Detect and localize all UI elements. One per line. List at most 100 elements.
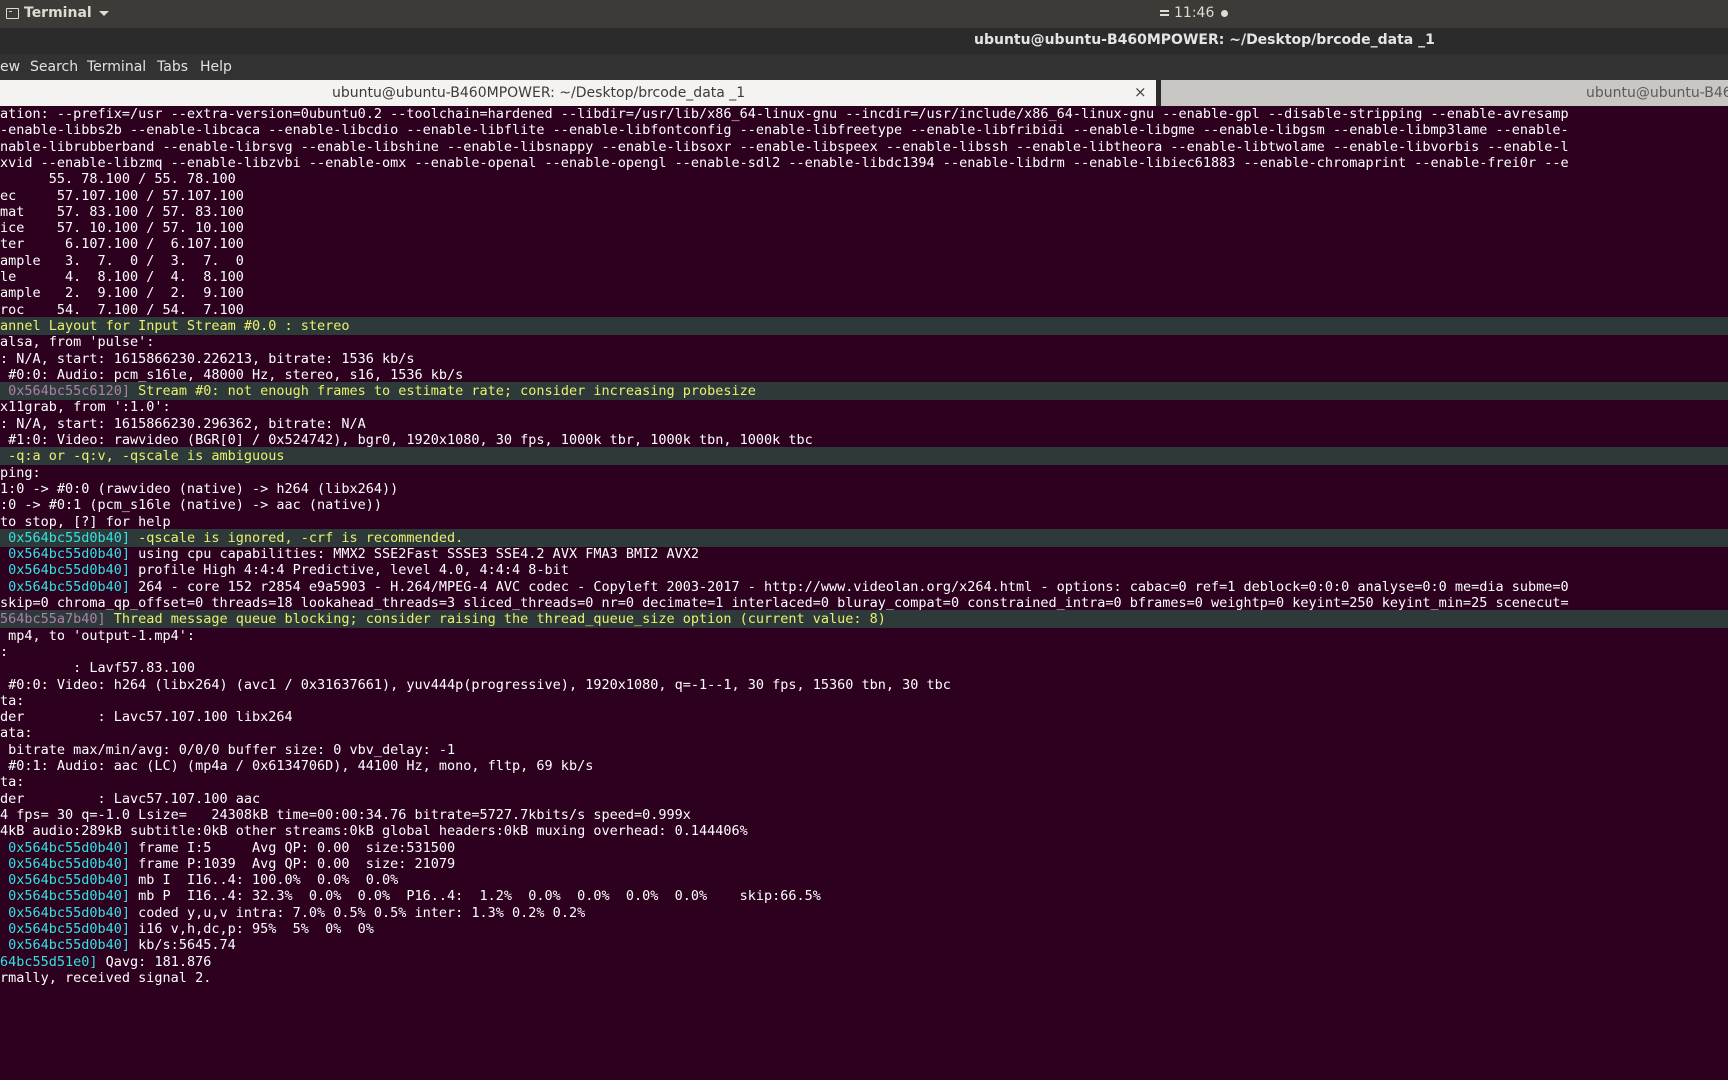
terminal-line: ample 2. 9.100 / 2. 9.100 xyxy=(0,284,1728,302)
terminal-line-text: xvid --enable-libzmq --enable-libzvbi --… xyxy=(0,154,1569,171)
log-context-tag: 0x564bc55d0b40] xyxy=(0,937,131,954)
top-panel: Terminal 11:46 xyxy=(0,0,1728,28)
terminal-line-text: le 4. 8.100 / 4. 8.100 xyxy=(0,269,244,285)
terminal-line-text: 1:0 -> #0:0 (rawvideo (native) -> h264 (… xyxy=(0,480,399,497)
terminal-line: 1:0 -> #0:0 (rawvideo (native) -> h264 (… xyxy=(0,480,1728,498)
log-context-tag: 0x564bc55c6120] xyxy=(0,383,131,400)
terminal-line-text: : Lavf57.83.100 xyxy=(0,660,196,677)
log-context-tag: 0x564bc55d0b40] xyxy=(0,888,131,905)
log-context-tag: 564bc55a7b40] xyxy=(0,611,106,628)
terminal-line-text: mp4, to 'output-1.mp4': xyxy=(0,627,196,644)
clock[interactable]: 11:46 xyxy=(1160,5,1229,21)
terminal-line: der : Lavc57.107.100 aac xyxy=(0,790,1728,808)
terminal-line: le 4. 8.100 / 4. 8.100 xyxy=(0,268,1728,286)
terminal-line-text: ec 57.107.100 / 57.107.100 xyxy=(0,187,244,204)
tab-label: ubuntu@ubuntu-B460 xyxy=(1586,85,1728,101)
terminal-line: 0x564bc55c6120] Stream #0: not enough fr… xyxy=(0,382,1728,401)
terminal-line: : N/A, start: 1615866230.296362, bitrate… xyxy=(0,415,1728,433)
terminal-line: : xyxy=(0,643,1728,661)
terminal-line: 0x564bc55d0b40] mb P I16..4: 32.3% 0.0% … xyxy=(0,887,1728,905)
terminal-line-text: ata: xyxy=(0,725,33,742)
terminal-line-text: ample 2. 9.100 / 2. 9.100 xyxy=(0,285,244,302)
terminal-line: mp4, to 'output-1.mp4': xyxy=(0,627,1728,645)
terminal-line-text: Stream #0: not enough frames to estimate… xyxy=(130,383,756,400)
terminal-line-text: #0:0: Audio: pcm_s16le, 48000 Hz, stereo… xyxy=(0,366,464,383)
terminal-line: 0x564bc55d0b40] coded y,u,v intra: 7.0% … xyxy=(0,904,1728,922)
menu-help[interactable]: Help xyxy=(200,59,232,75)
menu-search[interactable]: Search xyxy=(30,59,78,75)
terminal-line: 55. 78.100 / 55. 78.100 xyxy=(0,170,1728,188)
app-menu[interactable]: Terminal xyxy=(6,5,109,21)
terminal-line-text: nable-librubberband --enable-librsvg --e… xyxy=(0,138,1569,155)
log-context-tag: 0x564bc55d0b40] xyxy=(0,872,131,889)
terminal-line: 0x564bc55d0b40] mb I I16..4: 100.0% 0.0%… xyxy=(0,871,1728,889)
terminal-line: 564bc55a7b40] Thread message queue block… xyxy=(0,610,1728,629)
terminal-line: ample 3. 7. 0 / 3. 7. 0 xyxy=(0,252,1728,270)
log-context-tag: 64bc55d51e0] xyxy=(0,953,98,970)
terminal-line: 0x564bc55d0b40] frame I:5 Avg QP: 0.00 s… xyxy=(0,839,1728,857)
terminal-line-text: :0 -> #0:1 (pcm_s16le (native) -> aac (n… xyxy=(0,497,383,514)
terminal-line-text: #1:0: Video: rawvideo (BGR[0] / 0x524742… xyxy=(0,432,813,448)
chevron-down-icon xyxy=(98,10,109,16)
close-icon[interactable]: × xyxy=(1134,83,1147,101)
log-context-tag: 0x564bc55d0b40] xyxy=(0,839,131,856)
terminal-line: #0:0: Video: h264 (libx264) (avc1 / 0x31… xyxy=(0,676,1728,694)
terminal-line: ta: xyxy=(0,692,1728,710)
status-dot-icon xyxy=(1221,9,1229,17)
log-context-tag: 0x564bc55d0b40] xyxy=(0,562,131,579)
terminal-line-text: Qavg: 181.876 xyxy=(97,953,212,970)
terminal-line-text: alsa, from 'pulse': xyxy=(0,334,155,351)
terminal-line-text: ta: xyxy=(0,692,25,709)
terminal-line: ta: xyxy=(0,773,1728,791)
log-context-tag: 0x564bc55d0b40] xyxy=(0,921,131,937)
terminal-line-text: annel Layout for Input Stream #0.0 : ste… xyxy=(0,317,350,334)
menu-terminal[interactable]: Terminal xyxy=(87,59,146,75)
terminal-line: rmally, received signal 2. xyxy=(0,969,1728,987)
terminal-line: #1:0: Video: rawvideo (BGR[0] / 0x524742… xyxy=(0,431,1728,449)
terminal-line-text: : N/A, start: 1615866230.296362, bitrate… xyxy=(0,415,366,432)
terminal-line: #0:1: Audio: aac (LC) (mp4a / 0x6134706D… xyxy=(0,757,1728,775)
terminal-line-text: 4 fps= 30 q=-1.0 Lsize= 24308kB time=00:… xyxy=(0,806,691,823)
notification-icon xyxy=(1160,10,1169,16)
terminal-line-text: 264 - core 152 r2854 e9a5903 - H.264/MPE… xyxy=(130,578,1569,595)
tab-inactive[interactable]: ubuntu@ubuntu-B460 xyxy=(1161,80,1728,106)
terminal-line-text: : N/A, start: 1615866230.226213, bitrate… xyxy=(0,350,415,367)
terminal-line-text: x11grab, from ':1.0': xyxy=(0,399,171,416)
log-context-tag: 0x564bc55d0b40] xyxy=(0,855,131,872)
terminal-line-text: ample 3. 7. 0 / 3. 7. 0 xyxy=(0,252,244,269)
terminal-line: 0x564bc55d0b40] profile High 4:4:4 Predi… xyxy=(0,561,1728,579)
terminal-line-text: der : Lavc57.107.100 aac xyxy=(0,790,261,807)
terminal-line-text: i16 v,h,dc,p: 95% 5% 0% 0% xyxy=(130,921,374,937)
menu-bar: ew Search Terminal Tabs Help xyxy=(0,54,1728,80)
terminal-line: 0x564bc55d0b40] using cpu capabilities: … xyxy=(0,545,1728,563)
terminal-line-text: frame P:1039 Avg QP: 0.00 size: 21079 xyxy=(130,855,456,872)
terminal-line-text: roc 54. 7.100 / 54. 7.100 xyxy=(0,301,244,318)
terminal-line: xvid --enable-libzmq --enable-libzvbi --… xyxy=(0,154,1728,172)
terminal-line: ter 6.107.100 / 6.107.100 xyxy=(0,235,1728,253)
terminal-line: der : Lavc57.107.100 libx264 xyxy=(0,708,1728,726)
terminal-line-text: der : Lavc57.107.100 libx264 xyxy=(0,709,293,726)
terminal-line: ping: xyxy=(0,464,1728,482)
window-titlebar[interactable]: ubuntu@ubuntu-B460MPOWER: ~/Desktop/brco… xyxy=(0,28,1728,54)
log-context-tag: 0x564bc55d0b40] xyxy=(0,904,131,921)
terminal-line: :0 -> #0:1 (pcm_s16le (native) -> aac (n… xyxy=(0,496,1728,514)
terminal-line-text: #0:0: Video: h264 (libx264) (avc1 / 0x31… xyxy=(0,676,951,693)
terminal-line: 0x564bc55d0b40] -qscale is ignored, -crf… xyxy=(0,528,1728,547)
terminal-output[interactable]: ation: --prefix=/usr --extra-version=0ub… xyxy=(0,107,1728,1080)
terminal-line-text: -q:a or -q:v, -qscale is ambiguous xyxy=(0,448,285,465)
terminal-line-text: kb/s:5645.74 xyxy=(130,937,236,954)
terminal-line-text: mb P I16..4: 32.3% 0.0% 0.0% P16..4: 1.2… xyxy=(130,888,821,905)
terminal-line: bitrate max/min/avg: 0/0/0 buffer size: … xyxy=(0,741,1728,759)
menu-view[interactable]: ew xyxy=(0,59,20,75)
terminal-line-text: -enable-libbs2b --enable-libcaca --enabl… xyxy=(0,122,1569,139)
terminal-icon xyxy=(6,7,19,19)
app-name: Terminal xyxy=(24,5,92,21)
log-context-tag: 0x564bc55d0b40] xyxy=(0,578,131,595)
menu-tabs[interactable]: Tabs xyxy=(157,59,188,75)
tab-bar: ubuntu@ubuntu-B460MPOWER: ~/Desktop/brco… xyxy=(0,80,1728,106)
tab-active[interactable]: ubuntu@ubuntu-B460MPOWER: ~/Desktop/brco… xyxy=(0,80,1156,106)
terminal-line: roc 54. 7.100 / 54. 7.100 xyxy=(0,301,1728,319)
terminal-line: skip=0 chroma_qp_offset=0 threads=18 loo… xyxy=(0,594,1728,612)
terminal-line: ec 57.107.100 / 57.107.100 xyxy=(0,187,1728,205)
terminal-line: alsa, from 'pulse': xyxy=(0,333,1728,351)
